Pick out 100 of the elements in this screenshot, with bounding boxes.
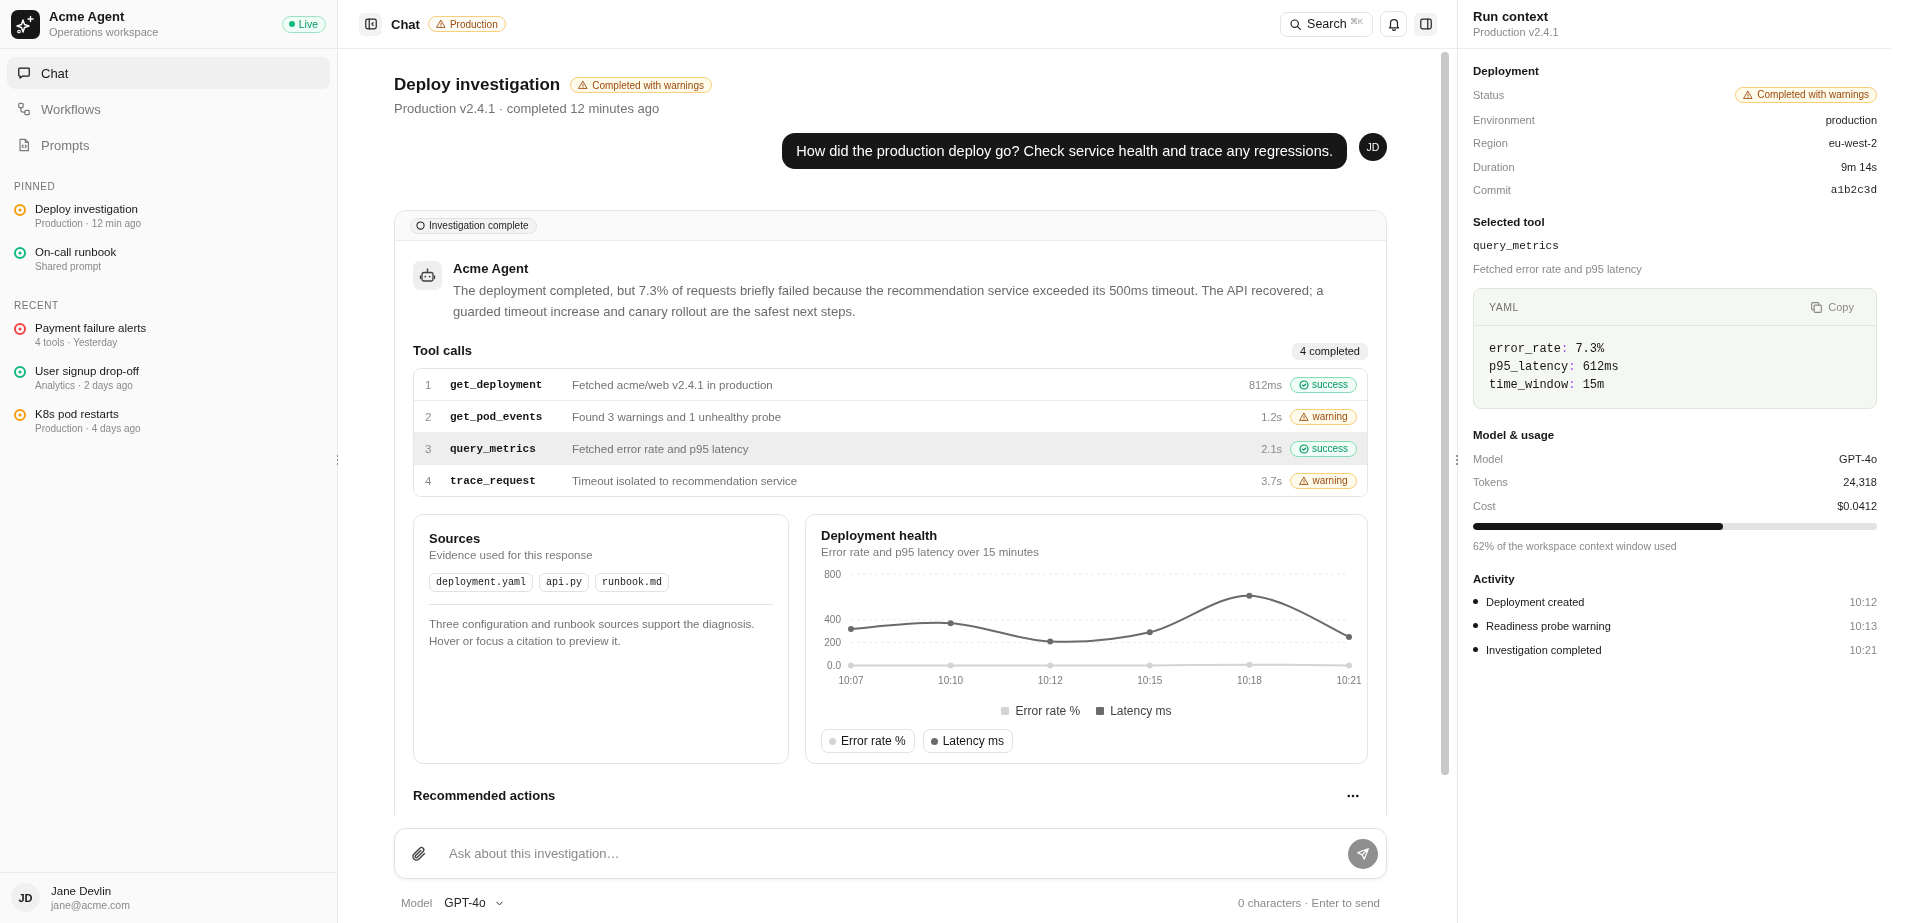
panel-subtitle: Production v2.4.1 [1473,25,1560,39]
panel-toggle-button[interactable] [1414,12,1437,36]
code-language: YAML [1489,301,1519,313]
status-label: success [1311,379,1349,390]
code-line: time_window: 15m [1489,377,1606,394]
page-title: Chat [391,16,420,32]
y-tick-label: 400 [824,614,841,626]
source-file-button[interactable]: deployment.yaml [429,573,533,592]
copy-icon [1810,300,1824,314]
x-tick-label: 10:10 [938,675,964,686]
nav-item[interactable]: Workflows [7,93,330,125]
conversation-title: User signup drop-off [35,364,139,379]
conversation-item[interactable]: User signup drop-off Analytics · 2 days ago [7,364,330,393]
legend-label: Latency ms [1110,704,1172,718]
send-button[interactable] [1348,838,1378,869]
y-tick-label: 200 [824,637,841,649]
agent-answer: The deployment completed, but 7.3% of requests briefly failed because the recommendation service exceeded its 500ms timeout. The API recovered; a guarded timeout increase and canary rollout are the safest next steps. [453,282,1325,321]
conversation-meta: 4 tools · Yesterday [35,336,119,350]
conversation-meta: Production · 12 min ago [35,217,142,231]
field-value: $0.0412 [1837,499,1877,512]
sidebar-left-icon [363,17,378,31]
field-label: Tokens [1473,476,1508,489]
status-dot-icon [288,21,295,27]
legend-label: Error rate % [1015,704,1081,718]
check-circle-icon [1298,443,1309,454]
row-number: 3 [425,442,433,455]
nav-item[interactable]: Chat [7,57,330,89]
section-title: Model & usage [1473,428,1556,443]
composer-hint: 0 characters · Enter to send [1238,896,1380,911]
sources-note: Three configuration and runbook sources support the diagnosis. Hover or focus a citation to preview it. [429,617,756,649]
sidebar-toggle-button[interactable] [359,12,382,36]
search-button[interactable]: Search ⌘K [1280,11,1373,37]
y-tick-label: 0.0 [827,660,841,671]
conversation-item[interactable]: On-call runbook Shared prompt [7,245,330,274]
data-point [1047,662,1054,669]
more-icon [1347,794,1359,798]
bullet-icon [1473,623,1478,628]
source-file-button[interactable]: api.py [539,573,590,592]
user-avatar: JD [1359,133,1387,161]
warning-icon [1299,411,1310,422]
tool-duration: 812ms [1248,378,1282,391]
warning-icon [1743,89,1754,100]
scrollbar-thumb[interactable] [1441,52,1449,775]
tool-duration: 1.2s [1261,410,1282,423]
composer-panel[interactable]: Ask about this investigation… [394,828,1387,879]
environment-label: Production [449,18,498,30]
check-circle-icon [1298,379,1309,390]
activity-time: 10:12 [1849,595,1877,608]
tool-description: Timeout isolated to recommendation service [572,474,799,487]
x-tick-label: 10:18 [1236,675,1262,686]
field-label: Environment [1473,113,1535,126]
section-title: Activity [1473,571,1516,587]
resize-handle[interactable] [1455,454,1459,466]
data-point [947,620,954,627]
data-point [1246,592,1253,599]
x-tick-label: 10:12 [1037,675,1063,686]
conversation-item[interactable]: Payment failure alerts 4 tools · Yesterday [7,321,330,350]
conversation-item[interactable]: Deploy investigation Production · 12 min ago [7,202,330,231]
tool-name: get_deployment [450,378,544,391]
sparkles-icon [11,9,40,39]
model-select[interactable]: GPT-4o [442,896,507,910]
status-text: Completed with warnings [1757,89,1869,100]
data-point [848,625,854,632]
status-label: warning [1312,411,1348,422]
tool-call-row[interactable]: 4 trace_request Timeout isolated to recommendation service 3.7s warning [414,464,1367,496]
source-file-button[interactable]: runbook.md [595,573,670,592]
code-line: error_rate: 7.3% [1489,341,1606,358]
bell-icon [1386,17,1401,31]
card-subtitle: Evidence used for this response [429,548,594,562]
series-toggle-button[interactable]: Latency ms [922,729,1014,753]
tool-name: get_pod_events [450,410,544,423]
tool-description: Fetched acme/web v2.4.1 in production [572,378,774,391]
conversation-title: On-call runbook [35,245,117,260]
y-tick-label: 800 [824,568,841,580]
conversation-item[interactable]: K8s pod restarts Production · 4 days ago [7,407,330,436]
section-title: Recommended actions [413,787,556,805]
section-title: Tool calls [413,342,472,360]
section-title: Selected tool [1473,215,1546,230]
data-point [848,662,854,669]
notifications-button[interactable] [1380,11,1407,37]
user-email: jane@acme.com [51,897,130,912]
search-icon [1289,17,1303,31]
warning-icon [578,80,589,90]
card-title: Sources [429,530,482,547]
warning-icon [435,19,446,29]
conversation-title: Deploy investigation [35,202,139,217]
activity-label: Deployment created [1486,595,1585,608]
message-input[interactable]: Ask about this investigation… [447,845,1348,862]
series-toggle-button[interactable]: Error rate % [821,729,915,753]
page-heading: Deploy investigation [394,74,561,96]
paperclip-icon [411,845,427,862]
data-point [1346,633,1352,640]
activity-time: 10:13 [1849,619,1877,632]
tool-call-row[interactable]: 3 query_metrics Fetched error rate and p95 latency 2.1s success [414,432,1367,464]
nav-item[interactable]: Prompts [7,129,330,161]
data-point [1047,638,1054,645]
data-point [1146,629,1153,636]
tool-description: Found 3 warnings and 1 unhealthy probe [572,410,783,423]
field-label: Commit [1473,184,1511,197]
field-value: production [1825,113,1877,126]
